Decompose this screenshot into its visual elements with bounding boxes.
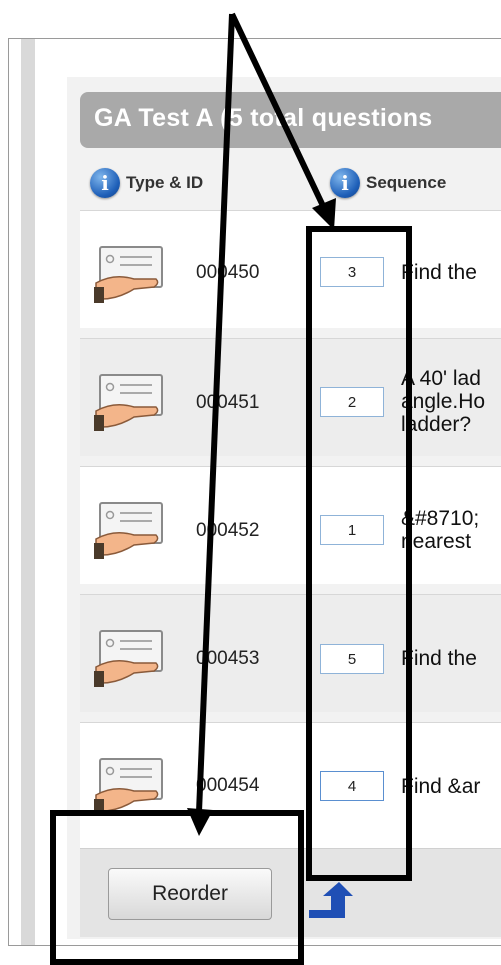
question-text: A 40' lad angle.Ho ladder? <box>401 367 486 436</box>
question-id: 000451 <box>196 392 260 413</box>
hand-holding-card-icon[interactable] <box>94 627 168 687</box>
up-arrow-icon <box>309 882 353 918</box>
question-id: 000453 <box>196 648 260 669</box>
column-header-type-id-label: Type & ID <box>126 173 204 192</box>
info-icon[interactable]: i <box>330 168 360 198</box>
question-row: 000452 &#8710; nearest <box>80 466 501 584</box>
question-id: 000450 <box>196 262 260 283</box>
hand-holding-card-icon[interactable] <box>94 755 168 815</box>
annotation-box-reorder <box>50 810 304 965</box>
hand-holding-card-icon[interactable] <box>94 499 168 559</box>
question-text: Find the <box>401 647 477 670</box>
column-header-sequence-label: Sequence <box>366 173 447 192</box>
question-id: 000452 <box>196 520 260 541</box>
info-icon[interactable]: i <box>90 168 120 198</box>
hand-holding-card-icon[interactable] <box>94 243 168 303</box>
panel-title: GA Test A (5 total questions <box>94 104 433 132</box>
column-headers: i Type & ID i Sequence <box>80 160 501 206</box>
question-text: Find the <box>401 261 477 284</box>
question-text: Find &ar <box>401 775 481 798</box>
annotation-box-sequence <box>306 226 412 881</box>
column-header-type-id: i Type & ID <box>90 166 203 200</box>
question-row: 000453 Find the <box>80 594 501 712</box>
hand-holding-card-icon[interactable] <box>94 371 168 431</box>
question-row: 000451 A 40' lad angle.Ho ladder? <box>80 338 501 456</box>
column-header-sequence: i Sequence <box>330 166 446 200</box>
question-id: 000454 <box>196 775 260 796</box>
question-row: 000450 Find the <box>80 210 501 328</box>
frame-side-strip <box>21 39 35 945</box>
question-text: &#8710; nearest <box>401 507 480 553</box>
